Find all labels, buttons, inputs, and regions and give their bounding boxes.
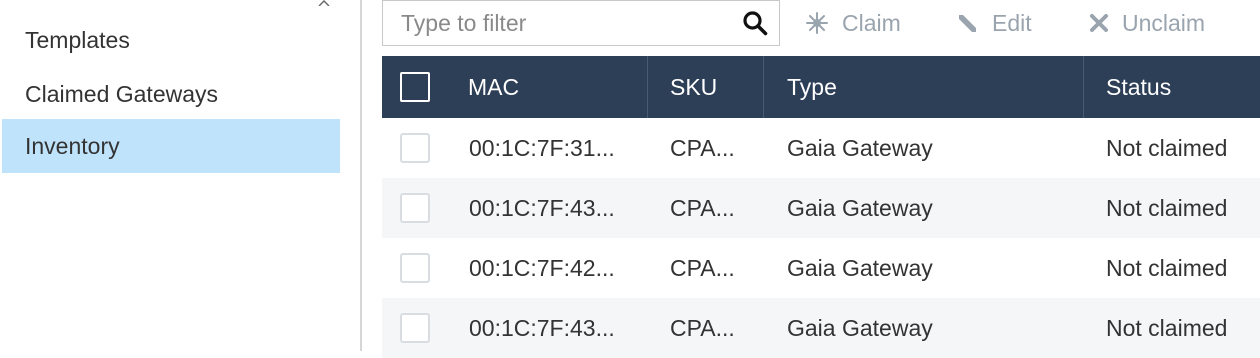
- sidebar-item-inventory[interactable]: Inventory: [2, 119, 340, 173]
- sidebar-item-templates[interactable]: Templates: [2, 13, 340, 67]
- claim-label: Claim: [842, 9, 901, 36]
- sidebar-item-label: Claimed Gateways: [25, 80, 219, 107]
- table-header: MAC SKU Type Status: [382, 56, 1260, 118]
- cell-sku: CPA...: [670, 194, 735, 221]
- column-separator[interactable]: [1083, 56, 1084, 118]
- unclaim-label: Unclaim: [1122, 9, 1206, 36]
- cell-type: Gaia Gateway: [787, 134, 933, 161]
- column-header-label: SKU: [670, 73, 718, 100]
- column-header-type[interactable]: Type: [787, 56, 837, 118]
- cell-type: Gaia Gateway: [787, 194, 933, 221]
- chevron-up-icon[interactable]: [318, 0, 330, 6]
- column-header-sku[interactable]: SKU: [670, 56, 717, 118]
- cell-mac: 00:1C:7F:43...: [469, 314, 615, 341]
- cell-type: Gaia Gateway: [787, 314, 933, 341]
- cell-type: Gaia Gateway: [787, 254, 933, 281]
- cell-sku: CPA...: [670, 254, 735, 281]
- sidebar-divider: [360, 0, 362, 351]
- cell-status: Not claimed: [1106, 134, 1228, 161]
- cell-sku: CPA...: [670, 134, 735, 161]
- sidebar-item-label: Inventory: [25, 132, 120, 159]
- pencil-icon: [959, 15, 976, 32]
- cell-status: Not claimed: [1106, 194, 1228, 221]
- row-checkbox[interactable]: [400, 133, 430, 163]
- row-checkbox[interactable]: [400, 253, 430, 283]
- select-all-checkbox[interactable]: [400, 72, 430, 102]
- edit-button[interactable]: Edit: [956, 0, 1032, 46]
- cell-mac: 00:1C:7F:31...: [469, 134, 615, 161]
- cell-sku: CPA...: [670, 314, 735, 341]
- column-separator[interactable]: [763, 56, 764, 118]
- sidebar-item-claimed-gateways[interactable]: Claimed Gateways: [2, 67, 340, 121]
- filter-box: [382, 0, 780, 46]
- claim-button[interactable]: Claim: [804, 0, 901, 46]
- table-row[interactable]: 00:1C:7F:42... CPA... Gaia Gateway Not c…: [382, 238, 1260, 298]
- edit-label: Edit: [992, 9, 1032, 36]
- column-header-label: Status: [1106, 73, 1172, 100]
- column-header-label: MAC: [468, 73, 520, 100]
- unclaim-button[interactable]: Unclaim: [1088, 0, 1205, 46]
- close-icon: [1090, 14, 1108, 32]
- search-icon[interactable]: [742, 10, 768, 36]
- cell-mac: 00:1C:7F:43...: [469, 194, 615, 221]
- table-row[interactable]: 00:1C:7F:43... CPA... Gaia Gateway Not c…: [382, 178, 1260, 238]
- column-header-status[interactable]: Status: [1106, 56, 1171, 118]
- sparkle-icon: [806, 12, 828, 34]
- cell-status: Not claimed: [1106, 254, 1228, 281]
- filter-input[interactable]: [383, 1, 723, 45]
- row-checkbox[interactable]: [400, 193, 430, 223]
- table-row[interactable]: 00:1C:7F:43... CPA... Gaia Gateway Not c…: [382, 298, 1260, 358]
- sidebar-item-label: Templates: [25, 26, 130, 53]
- table-row[interactable]: 00:1C:7F:31... CPA... Gaia Gateway Not c…: [382, 118, 1260, 178]
- column-separator[interactable]: [647, 56, 648, 118]
- cell-status: Not claimed: [1106, 314, 1228, 341]
- row-checkbox[interactable]: [400, 313, 430, 343]
- column-header-mac[interactable]: MAC: [468, 56, 519, 118]
- cell-mac: 00:1C:7F:42...: [469, 254, 615, 281]
- sidebar: Templates Claimed Gateways Inventory: [0, 0, 360, 351]
- column-header-label: Type: [787, 73, 837, 100]
